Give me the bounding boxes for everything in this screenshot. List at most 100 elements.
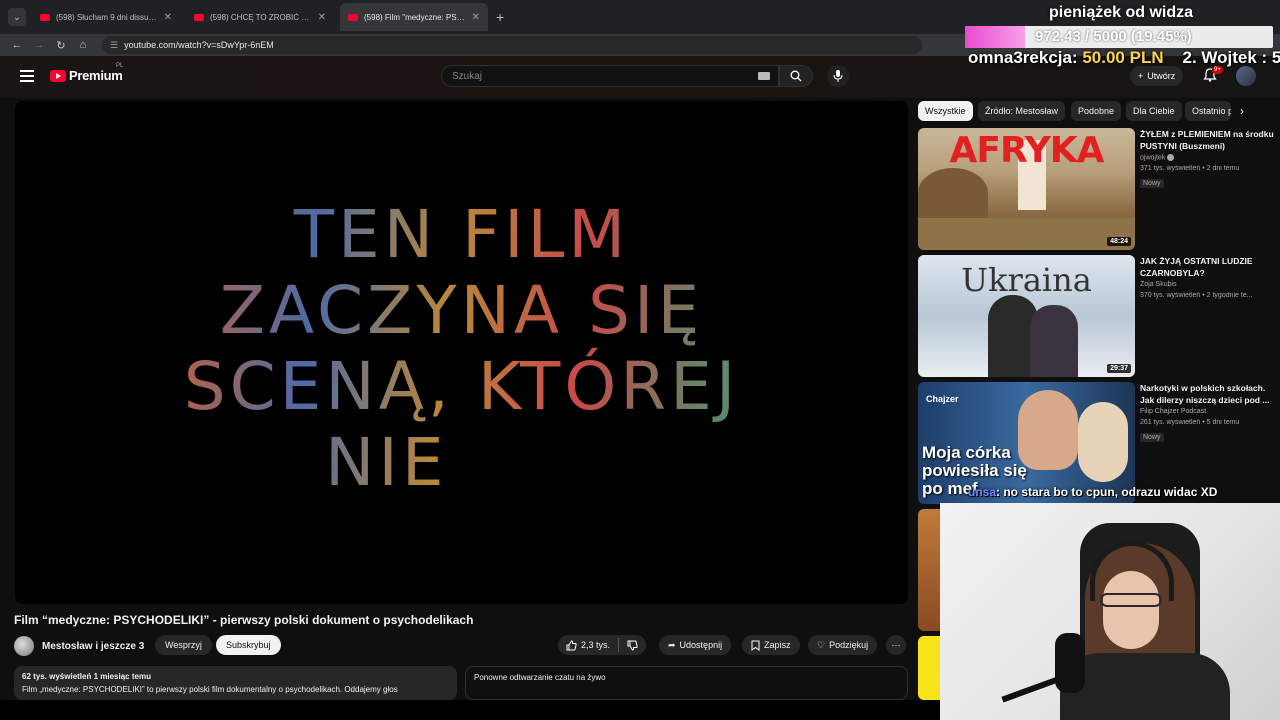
chip-recent[interactable]: Ostatnio p — [1185, 101, 1231, 121]
channel-name: ojwojtek — [1140, 154, 1166, 162]
more-icon: ⋯ — [891, 639, 901, 650]
logo-text: Premium — [69, 68, 123, 83]
new-tab-button[interactable]: + — [496, 9, 504, 25]
search-input[interactable]: Szukaj — [441, 65, 779, 87]
channel-owner[interactable]: Mestosław i jeszcze 3 — [14, 636, 144, 656]
video-player[interactable]: TEN FILM ZACZYNA SIĘ SCENĄ, KTÓREJ NIE — [15, 101, 908, 604]
recommendation-title[interactable]: ŻYŁEM z PLEMIENIEM na środku PUSTYNI (Bu… — [1140, 128, 1274, 152]
youtube-favicon-icon — [40, 13, 50, 21]
recommendation-item[interactable]: Ukraina 29:37 JAK ŻYJĄ OSTATNI LUDZIE CZ… — [918, 255, 1278, 377]
video-text-line: ZACZYNA SIĘ — [219, 272, 704, 349]
live-chat-replay[interactable]: Ponowne odtwarzanie czatu na żywo — [465, 666, 908, 700]
channel-name[interactable]: Mestosław i jeszcze 3 — [42, 641, 144, 652]
voice-search-button[interactable] — [827, 65, 849, 87]
share-label: Udostępnij — [679, 640, 723, 650]
save-button[interactable]: Zapisz — [742, 635, 800, 655]
recommendation-channel[interactable]: ojwojtek — [1140, 154, 1274, 161]
recommendation-info: JAK ŻYJĄ OSTATNI LUDZIE CZARNOBYLA? Zoja… — [1140, 255, 1274, 299]
video-thumbnail[interactable] — [918, 636, 940, 700]
video-thumbnail[interactable]: Ukraina 29:37 — [918, 255, 1135, 377]
youtube-play-icon — [50, 69, 66, 82]
chip-similar[interactable]: Podobne — [1071, 101, 1122, 121]
tab-search-menu-icon[interactable]: ⌄ — [8, 8, 26, 26]
verified-icon — [1167, 154, 1175, 161]
recommendation-channel[interactable]: Zoja Skubis — [1140, 281, 1274, 288]
youtube-favicon-icon — [348, 13, 358, 21]
donation-progress-bar: 972.43 / 5000 (19.45%) — [965, 26, 1273, 48]
new-badge: Nowy — [1140, 433, 1164, 442]
recommendation-title[interactable]: Narkotyki w polskich szkołach. Jak diler… — [1140, 382, 1274, 406]
thanks-button[interactable]: ♡ Podziękuj — [808, 635, 878, 655]
create-label: Utwórz — [1147, 71, 1176, 81]
chip-for-you[interactable]: Dla Ciebie — [1126, 101, 1182, 121]
back-icon[interactable]: ← — [6, 39, 28, 51]
browser-tab-1[interactable]: (598) Słucham 9 dni dissu na ra ✕ — [32, 3, 180, 31]
microphone-icon — [833, 70, 843, 82]
donation-progress-fill — [965, 26, 1025, 48]
close-tab-icon[interactable]: ✕ — [164, 12, 172, 23]
recommendation-channel[interactable]: Filip Chajzer Podcast — [1140, 408, 1274, 415]
close-tab-icon[interactable]: ✕ — [318, 12, 326, 23]
tab-title: (598) Słucham 9 dni dissu na ra — [56, 12, 158, 22]
thumb-person — [1078, 402, 1128, 482]
donation-title: pieniążek od widza — [1049, 4, 1194, 21]
recommendation-title[interactable]: JAK ŻYJĄ OSTATNI LUDZIE CZARNOBYLA? — [1140, 255, 1274, 279]
url-text: youtube.com/watch?v=sDwYpr-6nEM — [124, 40, 274, 50]
thumbs-down-icon — [627, 640, 638, 651]
stream-chat-message: unsa: no stara bo to cpun, odrazu widac … — [968, 485, 1217, 499]
video-text-line: NIE — [325, 424, 448, 501]
recommendation-item[interactable]: AFRYKA 48:24 ŻYŁEM z PLEMIENIEM na środk… — [918, 128, 1278, 250]
recommendation-info: ŻYŁEM z PLEMIENIEM na środku PUSTYNI (Bu… — [1140, 128, 1274, 190]
support-button[interactable]: Wesprzyj — [155, 635, 212, 655]
menu-icon[interactable] — [20, 70, 34, 82]
forward-icon[interactable]: → — [28, 39, 50, 51]
recommendation-meta: 261 tys. wyświetleń • 5 dni temu — [1140, 419, 1240, 426]
reload-icon[interactable]: ↻ — [50, 39, 72, 52]
video-thumbnail[interactable] — [918, 509, 940, 631]
duration-badge: 48:24 — [1107, 237, 1131, 246]
dislike-button[interactable] — [619, 635, 646, 655]
video-overlay-text: TEN FILM ZACZYNA SIĘ SCENĄ, KTÓREJ NIE — [15, 197, 908, 501]
more-actions-button[interactable]: ⋯ — [886, 635, 906, 655]
like-count: 2,3 tys. — [581, 640, 611, 650]
subscribe-button[interactable]: Subskrybuj — [216, 635, 281, 655]
chat-text: : no stara bo to cpun, odrazu widac XD — [996, 485, 1218, 499]
chip-all[interactable]: Wszystkie — [918, 101, 973, 121]
bookmark-icon — [751, 640, 760, 651]
browser-tab-3-active[interactable]: (598) Film "medyczne: PSYCHO ✕ — [340, 3, 488, 31]
plus-icon: + — [1138, 71, 1144, 81]
thumb-person — [1030, 305, 1078, 377]
search-button[interactable] — [779, 65, 813, 87]
streamer-webcam — [940, 503, 1280, 720]
share-button[interactable]: ➦ Udostępnij — [659, 635, 732, 655]
search-icon — [790, 70, 802, 82]
url-field[interactable]: ☰ youtube.com/watch?v=sDwYpr-6nEM — [102, 36, 922, 54]
thumb-hut — [918, 168, 988, 218]
recommendation-meta: 370 tys. wyświetleń • 2 tygodnie te... — [1140, 292, 1253, 299]
search-placeholder: Szukaj — [452, 71, 483, 82]
replay-label: Ponowne odtwarzanie czatu na żywo — [474, 673, 606, 682]
logo-region: PL — [116, 63, 124, 69]
browser-tab-2[interactable]: (598) CHCĘ TO ZROBIĆ JAKO PI ✕ — [186, 3, 334, 31]
ticker-suffix: 2. Wojtek : 5 — [1163, 48, 1280, 67]
video-thumbnail[interactable]: AFRYKA 48:24 — [918, 128, 1135, 250]
chat-username: unsa — [968, 485, 997, 499]
description-box[interactable]: 62 tys. wyświetleń 1 miesiąc temu Film „… — [14, 666, 457, 700]
chevron-right-icon[interactable]: › — [1240, 104, 1244, 118]
home-icon[interactable]: ⌂ — [72, 39, 94, 51]
like-button[interactable]: 2,3 tys. — [558, 635, 618, 655]
keyboard-icon[interactable] — [758, 72, 770, 80]
channel-avatar[interactable] — [14, 636, 34, 656]
chip-source[interactable]: Źródło: Mestosław — [978, 101, 1066, 121]
video-text-line: TEN FILM — [293, 196, 630, 273]
youtube-premium-logo[interactable]: Premium PL — [50, 63, 123, 83]
site-info-icon[interactable]: ☰ — [110, 40, 118, 51]
close-tab-icon[interactable]: ✕ — [472, 12, 480, 23]
thumb-text: Ukraina — [961, 261, 1092, 299]
donation-amount: 972.43 / 5000 (19.45%) — [1035, 28, 1192, 45]
thumb-brand: Chajzer — [926, 394, 959, 404]
tab-title: (598) CHCĘ TO ZROBIĆ JAKO PI — [210, 12, 312, 22]
ticker-prefix: omna3rekcja: — [968, 48, 1083, 67]
streamer-body — [1060, 653, 1230, 720]
thumbs-up-icon — [566, 639, 577, 650]
